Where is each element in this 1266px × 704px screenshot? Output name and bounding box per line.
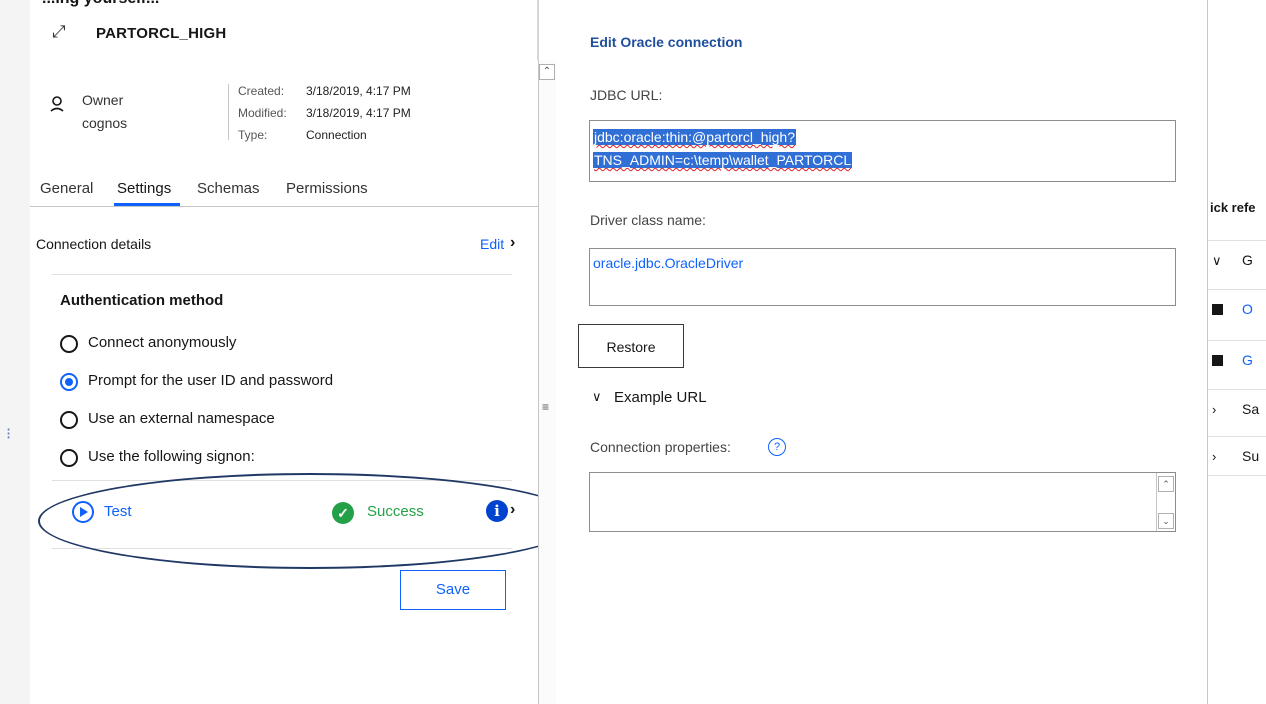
restore-button[interactable]: Restore <box>578 324 684 368</box>
chevron-down-icon: ∨ <box>1212 253 1222 268</box>
connection-properties-label: Connection properties: <box>590 439 731 455</box>
owner-name: cognos <box>82 115 128 131</box>
connection-properties-textarea[interactable]: ⌃ ⌄ <box>589 472 1176 532</box>
edit-connection-link[interactable]: Edit <box>480 236 504 252</box>
chevron-right-icon: › <box>1212 402 1217 417</box>
quick-ref-label: Su <box>1242 448 1260 464</box>
example-url-toggle[interactable]: Example URL <box>614 389 707 406</box>
jdbc-url-textarea[interactable]: jdbc:oracle:thin:@partorcl_high? TNS_ADM… <box>589 120 1176 182</box>
radio-button[interactable] <box>60 449 78 467</box>
cropped-heading: ...ing yourself... <box>0 0 555 8</box>
chevron-down-icon[interactable]: ∨ <box>592 389 602 405</box>
quick-ref-item[interactable]: › Sa <box>1208 389 1266 428</box>
jdbc-url-line-2: TNS_ADMIN=c:\temp\wallet_PARTORCL <box>593 152 853 168</box>
cropped-heading-text: ...ing yourself... <box>42 0 159 8</box>
meta-separator <box>228 84 229 140</box>
connection-type-icon: ⤢ <box>52 22 66 42</box>
quick-ref-item[interactable]: O <box>1208 289 1266 328</box>
quick-ref-label: O <box>1242 301 1253 317</box>
tab-permissions[interactable]: Permissions <box>286 180 368 197</box>
tab-general[interactable]: General <box>40 180 93 197</box>
chevron-right-icon[interactable]: › <box>510 234 515 252</box>
jdbc-url-line-1: jdbc:oracle:thin:@partorcl_high? <box>593 129 796 145</box>
quick-ref-item[interactable]: › Su <box>1208 436 1266 476</box>
created-key: Created: <box>238 84 285 98</box>
authentication-method-heading: Authentication method <box>60 292 224 309</box>
panel-divider <box>537 0 539 60</box>
left-edge-strip: ⁝ <box>0 0 30 704</box>
radio-label: Use the following signon: <box>88 448 255 465</box>
scroll-down-arrow-icon[interactable]: ⌄ <box>1158 513 1174 529</box>
edit-panel-title: Edit Oracle connection <box>590 34 743 50</box>
radio-button[interactable] <box>60 411 78 429</box>
driver-class-value: oracle.jdbc.OracleDriver <box>593 255 744 271</box>
quick-reference-title: ick refe <box>1210 200 1256 215</box>
owner-avatar-icon <box>50 96 64 115</box>
terminal-icon <box>1212 355 1223 366</box>
driver-class-input[interactable]: oracle.jdbc.OracleDriver <box>589 248 1176 306</box>
owner-label: Owner <box>82 92 124 108</box>
drag-handle-icon[interactable]: ≡ <box>542 400 549 414</box>
driver-class-label: Driver class name: <box>590 212 706 228</box>
panel-scrollbar[interactable]: ⌃ ≡ <box>538 60 558 704</box>
modified-key: Modified: <box>238 106 287 120</box>
section-divider <box>52 274 512 275</box>
radio-label: Connect anonymously <box>88 334 237 351</box>
quick-ref-label: G <box>1242 252 1253 268</box>
jdbc-url-label: JDBC URL: <box>590 87 663 103</box>
connection-details-label: Connection details <box>36 236 152 252</box>
quick-ref-item[interactable]: ∨ G <box>1208 240 1266 279</box>
radio-label: Use an external namespace <box>88 410 275 427</box>
type-key: Type: <box>238 128 268 142</box>
radio-button-selected[interactable] <box>60 373 78 391</box>
quick-ref-item[interactable]: G <box>1208 340 1266 379</box>
quick-ref-label: G <box>1242 352 1253 368</box>
type-value: Connection <box>306 128 367 142</box>
tab-settings[interactable]: Settings <box>117 180 171 197</box>
chevron-right-icon: › <box>1212 449 1217 464</box>
textarea-scrollbar[interactable]: ⌃ ⌄ <box>1156 473 1175 531</box>
scroll-up-arrow-icon[interactable]: ⌃ <box>1158 476 1174 492</box>
radio-button[interactable] <box>60 335 78 353</box>
created-value: 3/18/2019, 4:17 PM <box>306 84 411 98</box>
radio-label: Prompt for the user ID and password <box>88 372 334 389</box>
quick-ref-label: Sa <box>1242 401 1260 417</box>
tab-schemas[interactable]: Schemas <box>197 180 260 197</box>
help-icon[interactable]: ? <box>768 438 786 456</box>
annotation-ellipse <box>38 473 582 569</box>
collapse-handle-icon[interactable]: ⁝ <box>6 424 11 444</box>
terminal-icon <box>1212 304 1223 315</box>
save-button[interactable]: Save <box>400 570 506 610</box>
connection-title: PARTORCL_HIGH <box>96 25 227 42</box>
tab-bar-border <box>30 206 538 207</box>
scroll-up-arrow-icon[interactable]: ⌃ <box>539 64 555 80</box>
modified-value: 3/18/2019, 4:17 PM <box>306 106 411 120</box>
